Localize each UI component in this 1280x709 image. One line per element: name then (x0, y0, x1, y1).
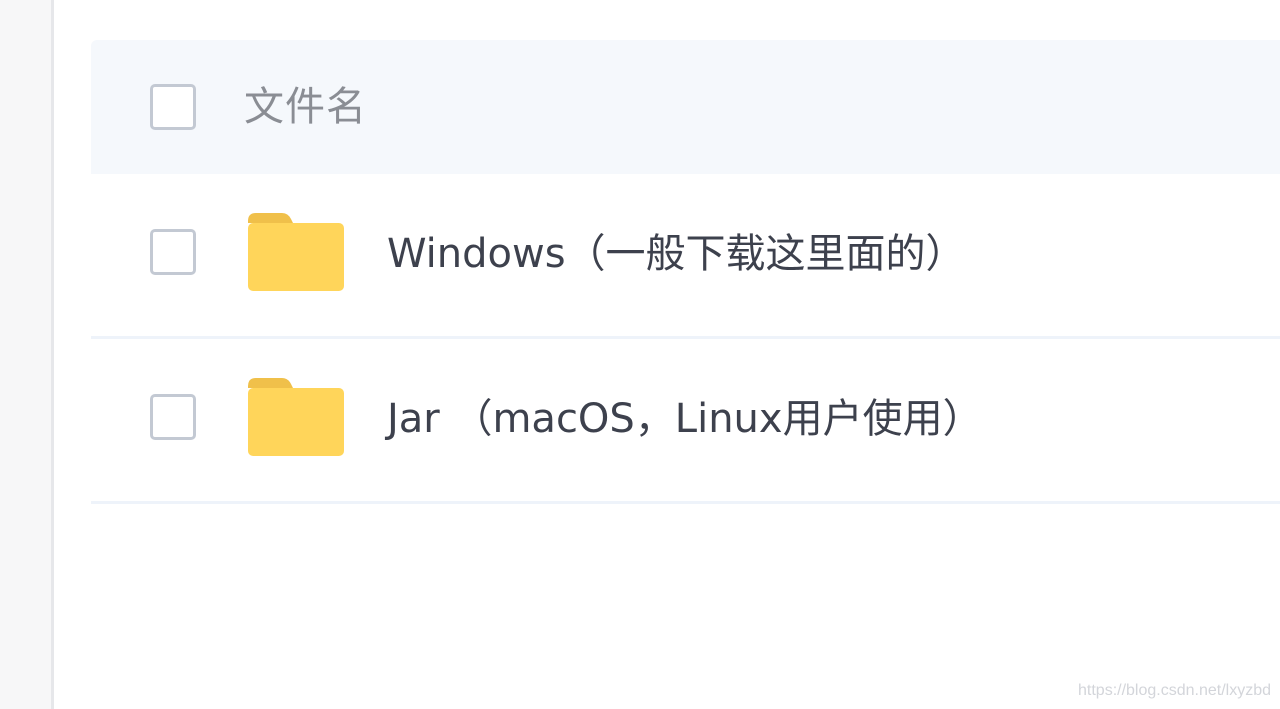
row-checkbox[interactable] (150, 229, 196, 275)
watermark: https://blog.csdn.net/lxyzbd (1078, 682, 1271, 699)
file-name-jar[interactable]: Jar （macOS，Linux用户使用） (387, 393, 983, 445)
select-all-checkbox[interactable] (150, 84, 196, 130)
column-header-filename[interactable]: 文件名 (244, 84, 367, 130)
file-row[interactable]: Windows（一般下载这里面的） (91, 174, 1280, 339)
file-row[interactable]: Jar （macOS，Linux用户使用） (91, 339, 1280, 504)
folder-icon (248, 213, 344, 291)
file-name-windows[interactable]: Windows（一般下载这里面的） (387, 228, 966, 280)
file-list: 文件名 Windows（一般下载这里面的） Jar （macOS，Linux用户… (91, 40, 1280, 504)
left-sidebar-edge (0, 0, 54, 709)
folder-icon (248, 378, 344, 456)
file-list-header: 文件名 (91, 40, 1280, 174)
row-checkbox[interactable] (150, 394, 196, 440)
